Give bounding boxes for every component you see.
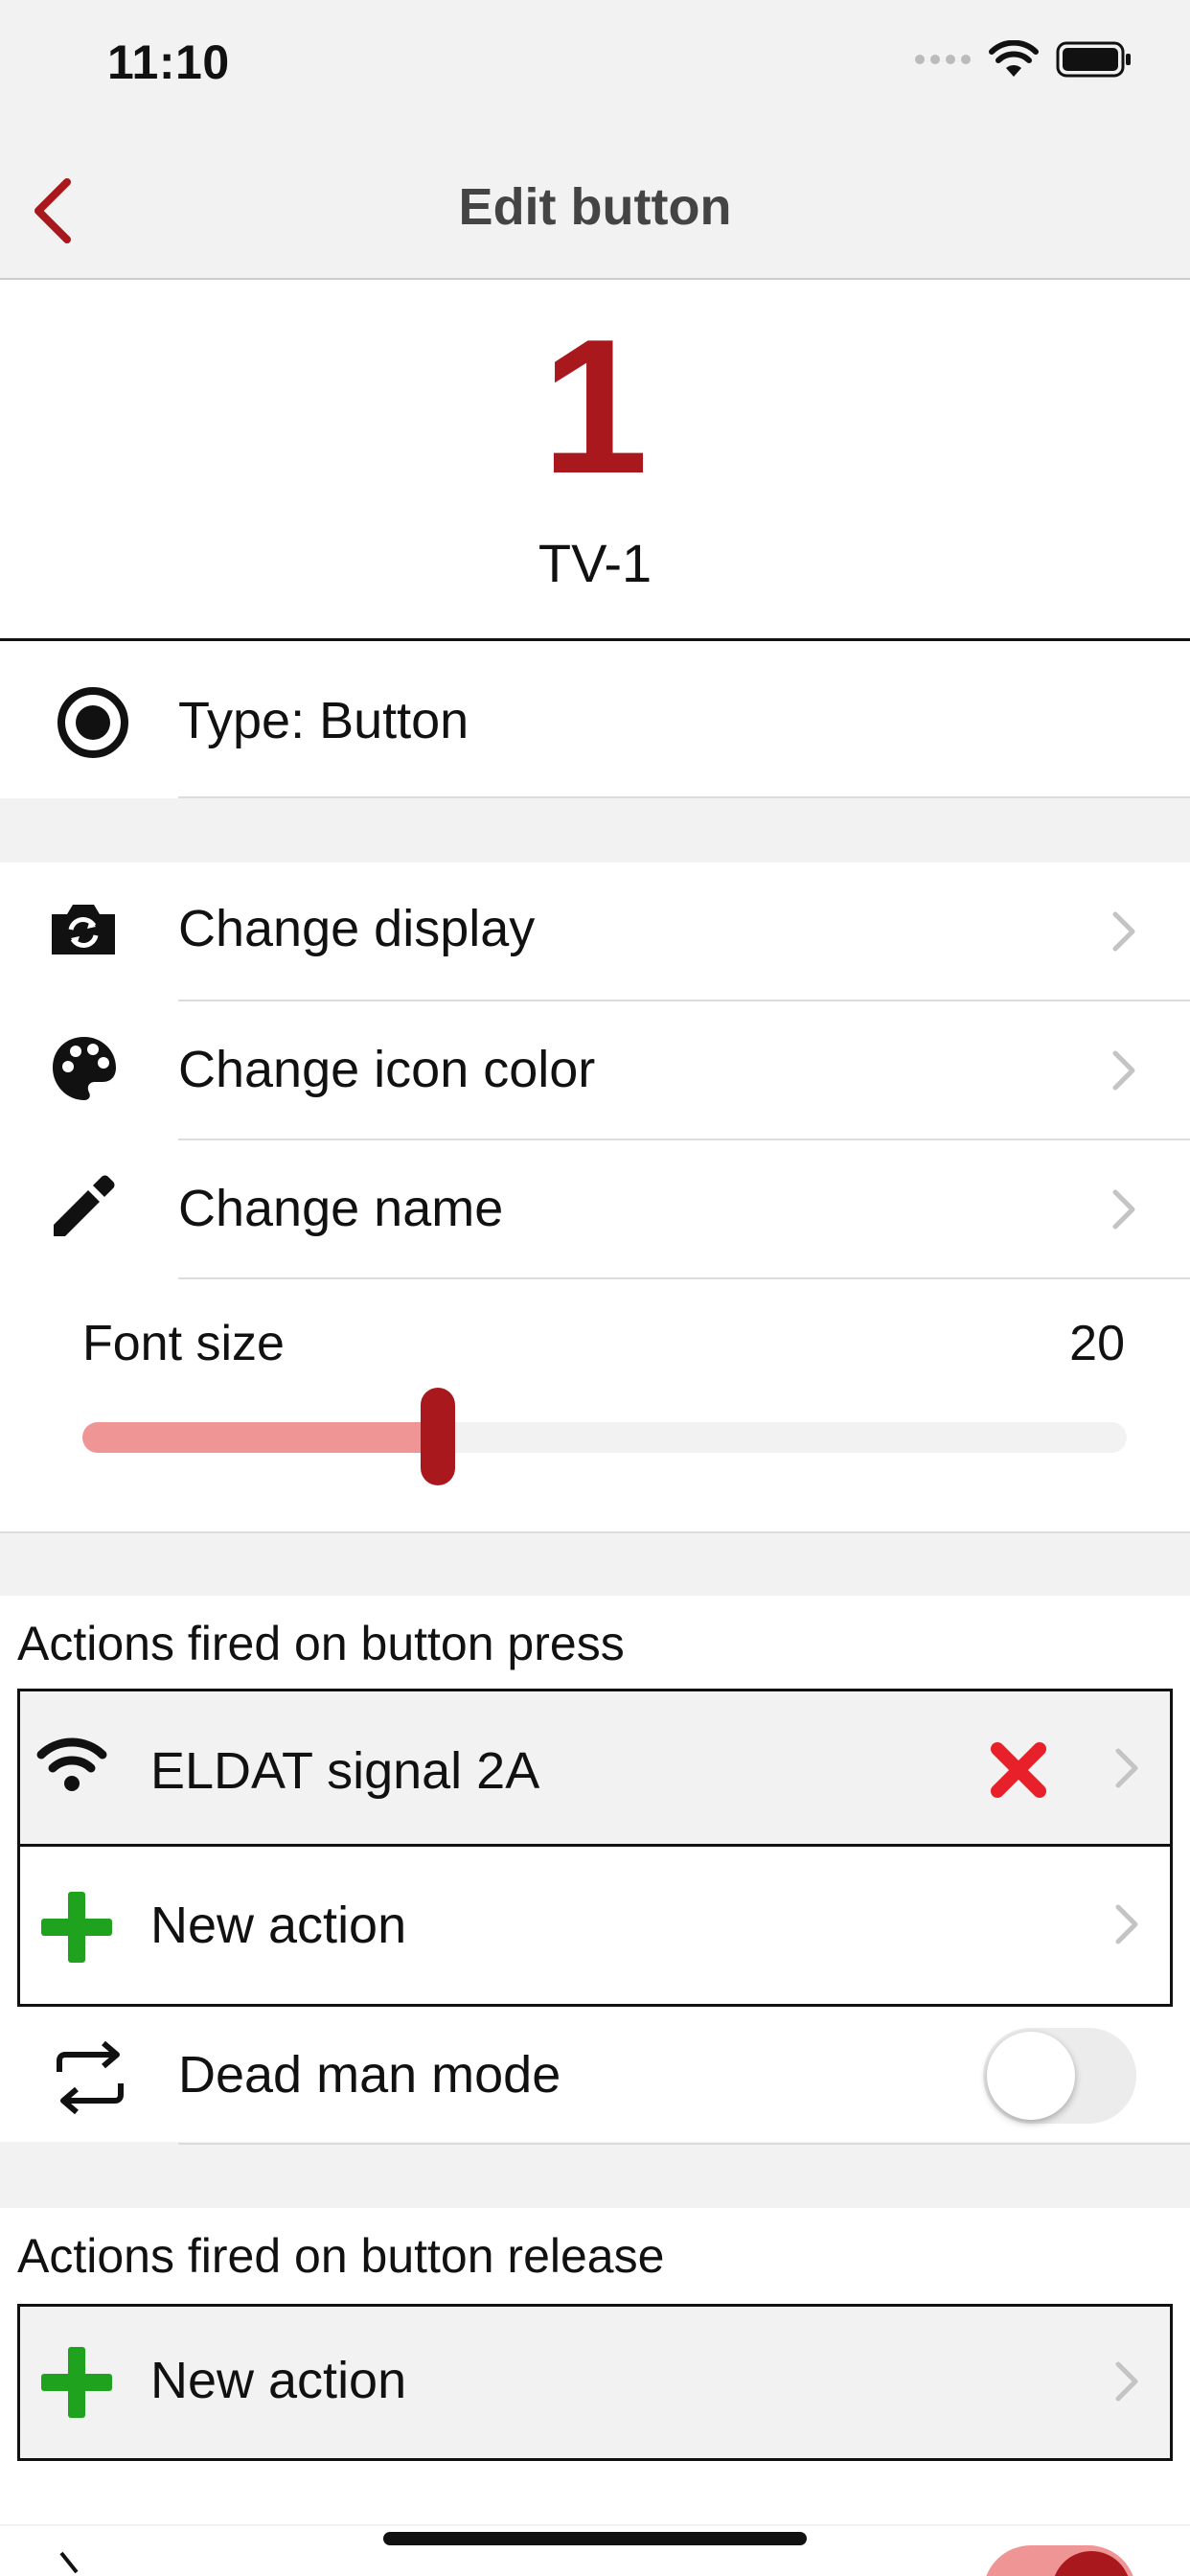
type-row[interactable]: Type: Button bbox=[0, 641, 1190, 798]
cellular-signal-icon bbox=[914, 53, 972, 71]
radio-selected-icon bbox=[56, 685, 130, 765]
font-size-value: 20 bbox=[1069, 1316, 1125, 1371]
action-label: ELDAT signal 2A bbox=[150, 1742, 540, 1800]
menu-label: Change display bbox=[178, 900, 536, 957]
battery-icon bbox=[1056, 40, 1133, 83]
press-section-title: Actions fired on button press bbox=[17, 1617, 625, 1670]
new-action-row[interactable]: New action bbox=[20, 1850, 1170, 2004]
page-title: Edit button bbox=[458, 178, 732, 236]
press-actions-list: ELDAT signal 2A New action bbox=[17, 1689, 1173, 2007]
chevron-right-icon bbox=[1114, 1747, 1139, 1794]
camera-switch-icon bbox=[48, 901, 119, 963]
new-action-label: New action bbox=[150, 1897, 407, 1954]
plus-icon bbox=[39, 2345, 114, 2425]
section-divider bbox=[0, 1531, 1190, 1533]
delete-icon[interactable] bbox=[990, 1741, 1047, 1804]
change-name-row[interactable]: Change name bbox=[0, 1140, 1190, 1279]
chevron-right-icon bbox=[1111, 1188, 1136, 1235]
menu-label: Change icon color bbox=[178, 1041, 596, 1098]
status-icons bbox=[914, 39, 1133, 83]
dead-man-row: Dead man mode bbox=[0, 2009, 1190, 2145]
button-name: TV-1 bbox=[538, 533, 652, 593]
partial-icon bbox=[57, 2549, 105, 2576]
chevron-right-icon bbox=[1114, 1903, 1139, 1950]
release-section-title: Actions fired on button release bbox=[17, 2229, 665, 2283]
chevron-right-icon bbox=[1114, 2360, 1139, 2407]
repeat-icon bbox=[54, 2039, 126, 2121]
new-action-row[interactable]: New action bbox=[20, 2307, 1170, 2458]
pencil-icon bbox=[50, 1171, 119, 1245]
release-actions-list: New action bbox=[17, 2304, 1173, 2461]
change-display-row[interactable]: Change display bbox=[0, 862, 1190, 1001]
button-number: 1 bbox=[541, 300, 649, 514]
row-separator bbox=[178, 2143, 1190, 2145]
font-size-label: Font size bbox=[82, 1316, 285, 1371]
slider-thumb[interactable] bbox=[420, 1388, 455, 1485]
row-separator bbox=[178, 1277, 1190, 1279]
palette-icon bbox=[50, 1034, 119, 1108]
dead-man-label: Dead man mode bbox=[178, 2046, 561, 2104]
menu-label: Change name bbox=[178, 1180, 504, 1237]
new-action-label: New action bbox=[150, 2352, 407, 2409]
action-row[interactable]: ELDAT signal 2A bbox=[20, 1691, 1170, 1847]
status-time: 11:10 bbox=[107, 35, 230, 89]
chevron-right-icon bbox=[1111, 910, 1136, 957]
slider-fill bbox=[82, 1422, 438, 1453]
dead-man-toggle[interactable] bbox=[983, 2028, 1136, 2124]
wifi-status-icon bbox=[989, 39, 1039, 83]
plus-icon bbox=[39, 1890, 114, 1969]
wifi-icon bbox=[34, 1734, 110, 1800]
home-indicator bbox=[383, 2532, 807, 2545]
toggle-knob bbox=[987, 2032, 1075, 2120]
type-label: Type: Button bbox=[178, 692, 469, 749]
chevron-right-icon bbox=[1111, 1049, 1136, 1096]
row-separator bbox=[178, 796, 1190, 798]
partial-toggle[interactable] bbox=[983, 2545, 1136, 2576]
change-icon-color-row[interactable]: Change icon color bbox=[0, 1001, 1190, 1140]
